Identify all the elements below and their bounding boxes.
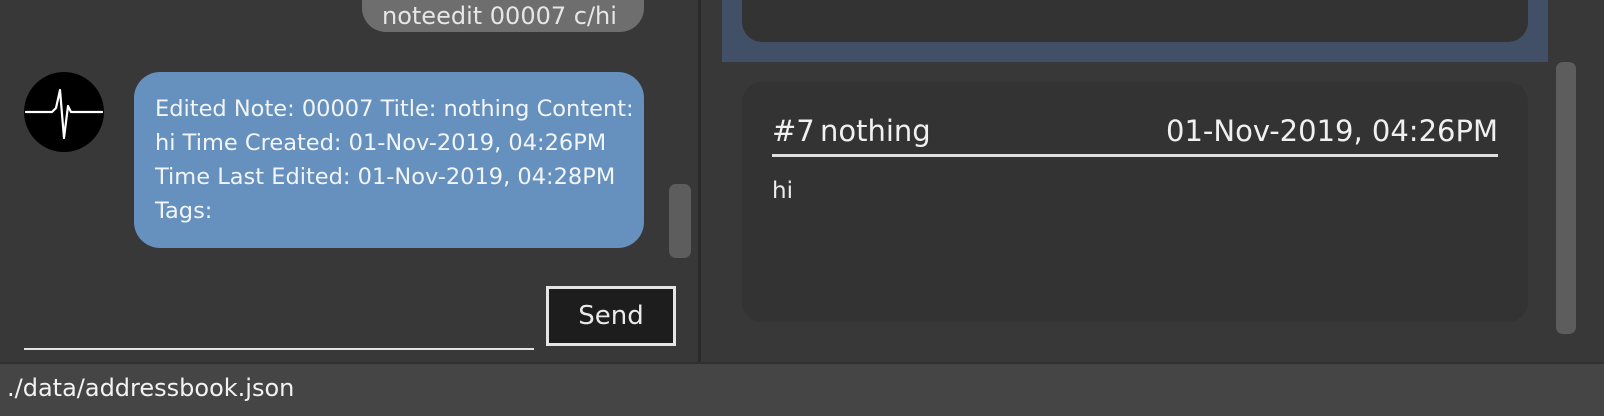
note-card[interactable]: #7 nothing 01-Nov-2019, 04:26PM hi [742,82,1528,322]
bot-message-line: hi Time Created: 01-Nov-2019, 04:26PM [155,130,607,156]
note-id: #7 [772,114,815,148]
save-location-path: ./data/addressbook.json [7,374,295,402]
chat-panel: noteedit 00007 c/hi Edited Note: 00007 T… [0,0,698,362]
app-window: noteedit 00007 c/hi Edited Note: 00007 T… [0,0,1604,416]
note-card-header: #7 nothing 01-Nov-2019, 04:26PM [772,110,1498,157]
bot-message-line: Tags: [155,198,213,224]
bot-message-bubble: Edited Note: 00007 Title: nothing Conten… [134,72,644,248]
command-input[interactable] [24,300,534,350]
user-message-text: noteedit 00007 c/hi [382,2,617,30]
bot-message-line: Edited Note: 00007 Title: nothing Conten… [155,96,634,122]
note-title: nothing [820,114,931,148]
notes-scrollbar-thumb[interactable] [1556,62,1576,334]
bot-avatar [24,72,104,152]
note-content: hi [772,178,793,204]
chat-scrollbar-thumb[interactable] [669,184,691,258]
notes-list-panel: #7 nothing 01-Nov-2019, 04:26PM hi [701,0,1604,362]
status-bar: ./data/addressbook.json [0,362,1604,416]
note-time-created: 01-Nov-2019, 04:26PM [1166,114,1498,148]
bot-message-line: Time Last Edited: 01-Nov-2019, 04:28PM [155,164,616,190]
send-button[interactable]: Send [546,286,676,346]
user-message-bubble: noteedit 00007 c/hi [362,0,644,32]
heartbeat-pulse-icon [24,88,104,140]
selected-note-card[interactable] [742,0,1528,42]
